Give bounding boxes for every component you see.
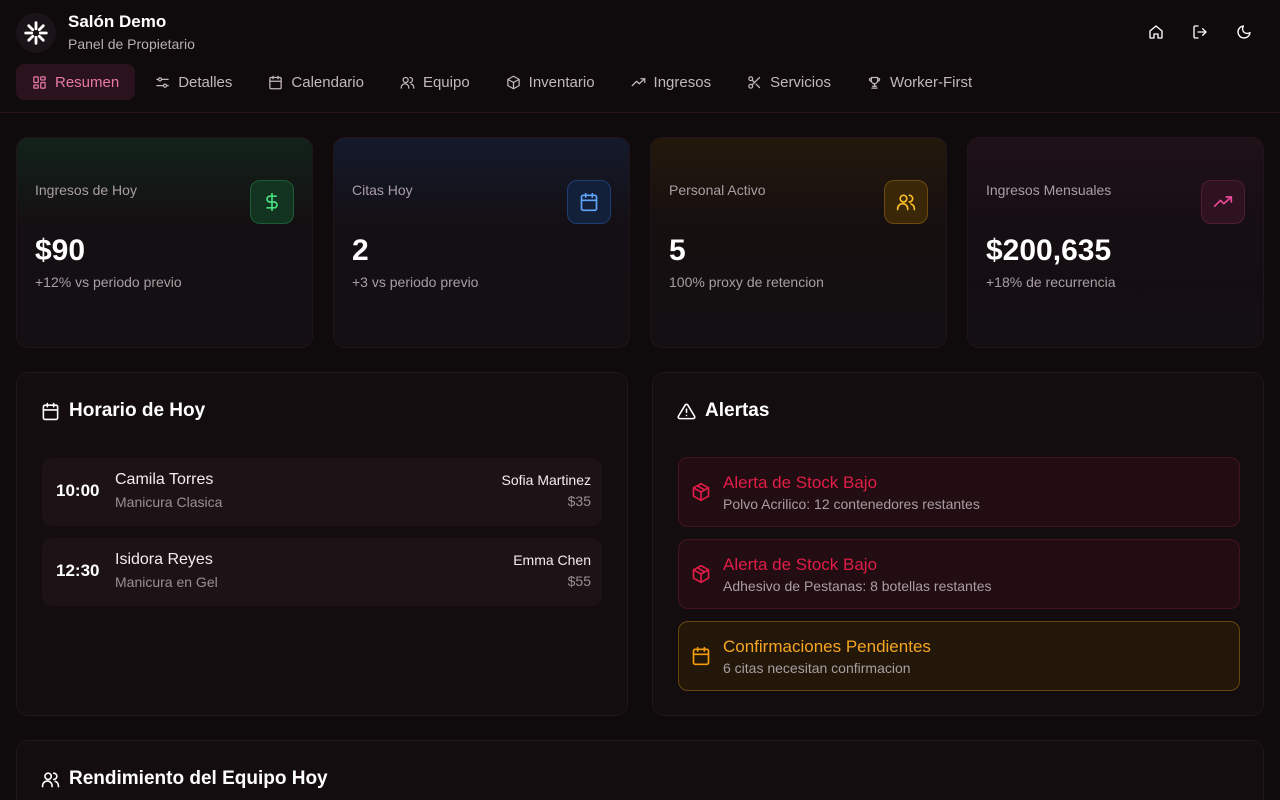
- stat-subtext: +3 vs periodo previo: [352, 274, 479, 290]
- stat-card-citas-hoy: Citas Hoy 2 +3 vs periodo previo: [333, 137, 630, 348]
- trophy-icon: [868, 76, 881, 89]
- logout-button[interactable]: [1188, 22, 1212, 42]
- package-icon: [692, 564, 710, 584]
- brand-subtitle: Panel de Propietario: [68, 36, 195, 52]
- alert-low-stock[interactable]: Alerta de Stock Bajo Adhesivo de Pestana…: [678, 539, 1240, 609]
- team-performance-panel: Rendimiento del Equipo Hoy: [16, 740, 1264, 800]
- tab-label: Calendario: [291, 73, 364, 91]
- schedule-title: Horario de Hoy: [41, 400, 205, 422]
- logo: [16, 12, 56, 53]
- tab-inventario[interactable]: Inventario: [490, 64, 611, 100]
- tab-detalles[interactable]: Detalles: [139, 64, 248, 100]
- appointment-price: $35: [567, 493, 591, 509]
- appointment-client: Isidora Reyes: [115, 551, 213, 568]
- calendar-icon: [692, 646, 710, 666]
- appointment-row[interactable]: 10:00 Camila Torres Manicura Clasica Sof…: [42, 458, 602, 526]
- warning-triangle-icon: [677, 403, 696, 419]
- tab-resumen[interactable]: Resumen: [16, 64, 136, 100]
- alerts-panel: Alertas Alerta de Stock Bajo Polvo Acril…: [652, 372, 1264, 716]
- tab-calendario[interactable]: Calendario: [252, 64, 380, 100]
- alert-text: Polvo Acrilico: 12 contenedores restante…: [723, 496, 980, 512]
- appointment-price: $55: [567, 573, 591, 589]
- stat-label: Personal Activo: [669, 182, 766, 198]
- tab-label: Servicios: [770, 73, 831, 91]
- trending-up-icon: [1213, 196, 1233, 207]
- schedule-panel: Horario de Hoy 10:00 Camila Torres Manic…: [16, 372, 628, 716]
- stat-label: Citas Hoy: [352, 182, 413, 198]
- tab-label: Equipo: [422, 73, 470, 91]
- stat-card-ingresos-hoy: Ingresos de Hoy $90 +12% vs periodo prev…: [16, 137, 313, 348]
- home-icon: [1149, 25, 1163, 39]
- stat-subtext: 100% proxy de retencion: [669, 274, 824, 290]
- alert-pending-confirmations[interactable]: Confirmaciones Pendientes 6 citas necesi…: [678, 621, 1240, 691]
- alert-low-stock[interactable]: Alerta de Stock Bajo Polvo Acrilico: 12 …: [678, 457, 1240, 527]
- calendar-icon: [42, 402, 59, 420]
- alert-title: Alerta de Stock Bajo: [723, 555, 878, 574]
- appointment-service: Manicura en Gel: [115, 574, 218, 590]
- package-icon: [692, 482, 710, 502]
- alerts-title-text: Alertas: [705, 400, 770, 421]
- appointment-time: 12:30: [56, 561, 100, 580]
- team-title: Rendimiento del Equipo Hoy: [41, 768, 328, 790]
- appointment-time: 10:00: [56, 481, 100, 500]
- appointment-client: Camila Torres: [115, 471, 214, 488]
- grid-icon: [33, 75, 46, 89]
- box-icon: [506, 75, 520, 89]
- calendar-icon: [269, 75, 283, 89]
- stat-label: Ingresos Mensuales: [986, 182, 1112, 198]
- home-button[interactable]: [1144, 22, 1168, 42]
- stat-value: $90: [35, 234, 86, 267]
- alert-title: Alerta de Stock Bajo: [723, 473, 878, 492]
- appointment-service: Manicura Clasica: [115, 494, 223, 510]
- stat-label: Ingresos de Hoy: [35, 182, 137, 198]
- tab-label: Inventario: [528, 73, 595, 91]
- theme-toggle-button[interactable]: [1232, 22, 1256, 42]
- stat-value: 5: [669, 234, 686, 267]
- stat-card-ingresos-mensuales: Ingresos Mensuales $200,635 +18% de recu…: [967, 137, 1264, 348]
- tab-label: Detalles: [178, 73, 233, 91]
- brand-title: Salón Demo: [68, 12, 167, 31]
- alerts-title: Alertas: [677, 400, 769, 422]
- tab-servicios[interactable]: Servicios: [731, 64, 847, 100]
- alert-text: 6 citas necesitan confirmacion: [723, 660, 911, 676]
- logo-icon: [24, 20, 48, 45]
- logout-icon: [1193, 25, 1207, 39]
- schedule-title-text: Horario de Hoy: [69, 400, 206, 421]
- trending-up-icon: [631, 77, 645, 86]
- users-icon: [896, 194, 916, 211]
- scissors-icon: [748, 75, 761, 89]
- stat-icon-badge: [250, 180, 294, 224]
- tab-equipo[interactable]: Equipo: [384, 64, 486, 100]
- stat-icon-badge: [1201, 180, 1245, 224]
- appointment-staff: Sofia Martinez: [501, 472, 591, 488]
- moon-icon: [1237, 25, 1251, 39]
- appointment-staff: Emma Chen: [513, 552, 591, 568]
- tab-label: Worker-First: [889, 73, 973, 91]
- sliders-icon: [156, 76, 169, 88]
- dollar-icon: [266, 192, 278, 212]
- tab-ingresos[interactable]: Ingresos: [615, 64, 728, 100]
- appointment-row[interactable]: 12:30 Isidora Reyes Manicura en Gel Emma…: [42, 538, 602, 606]
- alert-title: Confirmaciones Pendientes: [723, 637, 931, 656]
- tab-worker-first[interactable]: Worker-First: [851, 64, 988, 100]
- app-header: Salón Demo Panel de Propietario Resumen …: [0, 0, 1280, 113]
- stat-card-personal-activo: Personal Activo 5 100% proxy de retencio…: [650, 137, 947, 348]
- alert-text: Adhesivo de Pestanas: 8 botellas restant…: [723, 578, 992, 594]
- stat-icon-badge: [884, 180, 928, 224]
- stat-value: 2: [352, 234, 369, 267]
- main-tabs: Resumen Detalles Calendario Equipo Inven…: [16, 64, 988, 100]
- stat-subtext: +12% vs periodo previo: [35, 274, 182, 290]
- calendar-icon: [580, 192, 598, 212]
- team-title-text: Rendimiento del Equipo Hoy: [69, 768, 328, 789]
- users-icon: [41, 771, 60, 787]
- brand: Salón Demo Panel de Propietario: [16, 11, 195, 54]
- tab-label: Resumen: [55, 73, 120, 91]
- tab-label: Ingresos: [653, 73, 712, 91]
- stat-icon-badge: [567, 180, 611, 224]
- stat-value: $200,635: [986, 234, 1112, 267]
- users-icon: [400, 76, 415, 89]
- header-actions: [1144, 22, 1256, 42]
- stat-subtext: +18% de recurrencia: [986, 274, 1116, 290]
